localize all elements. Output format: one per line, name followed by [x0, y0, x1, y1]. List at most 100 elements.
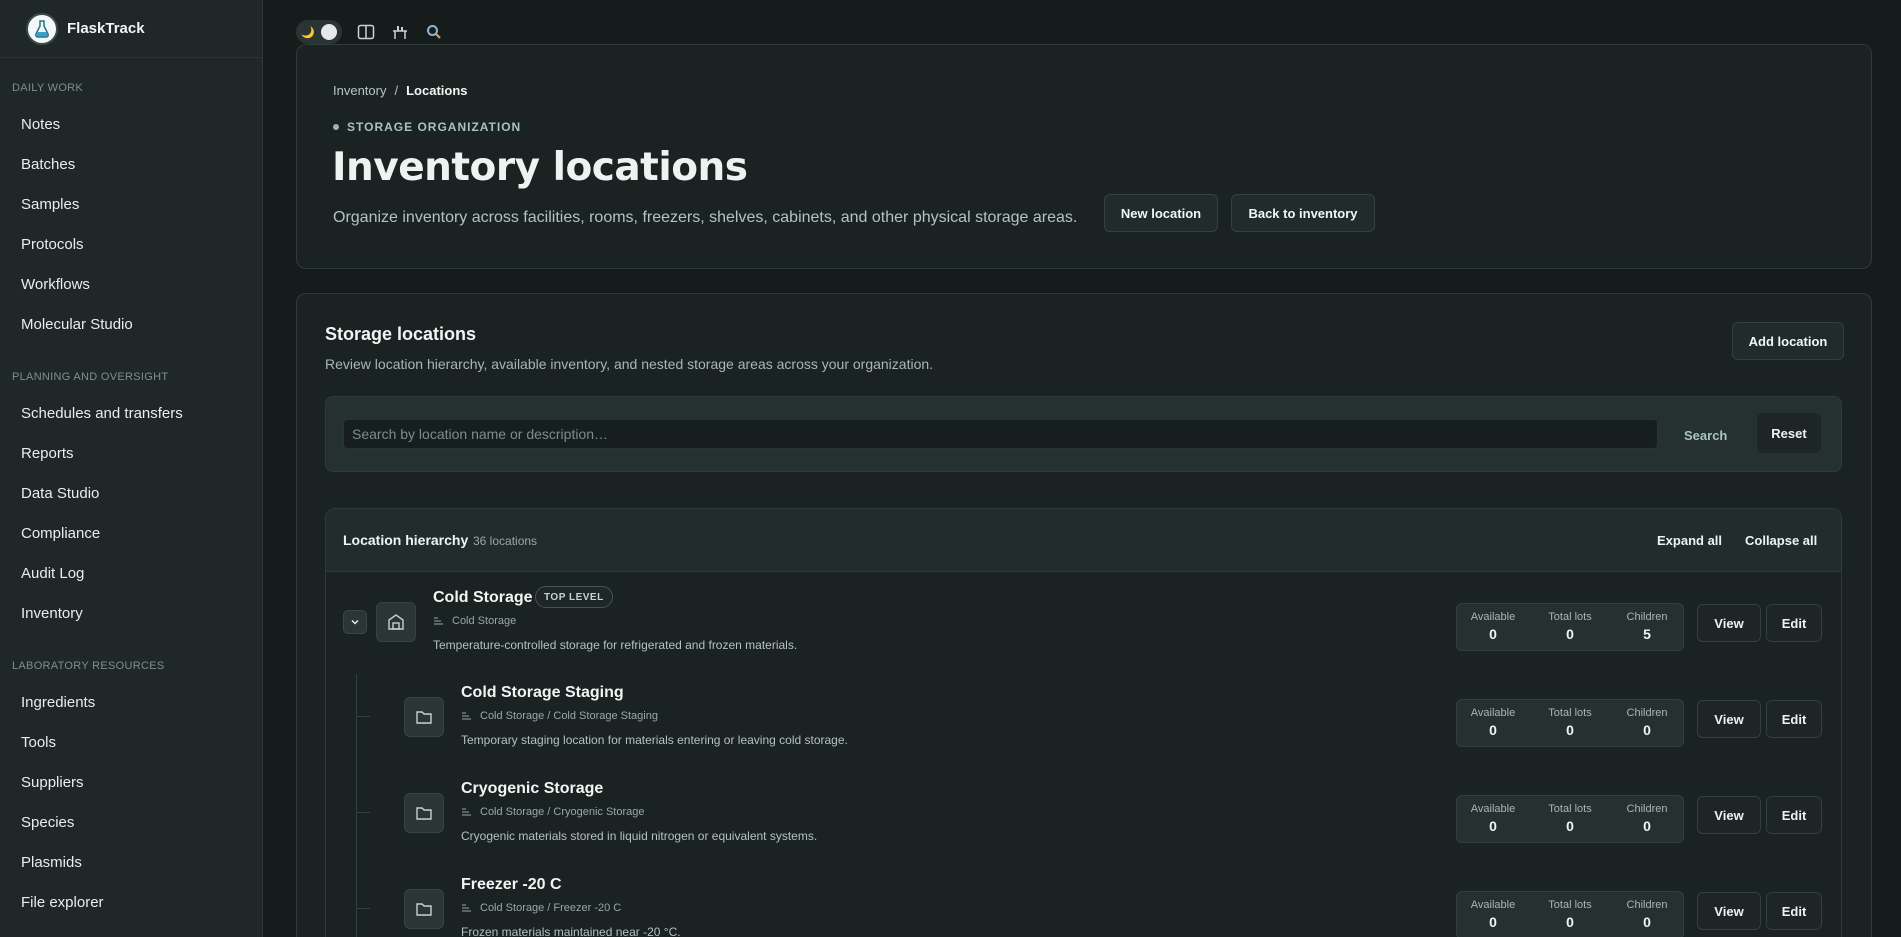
breadcrumb-current: Locations [406, 83, 468, 98]
location-path-text: Cold Storage / Freezer -20 C [480, 902, 622, 914]
nav-item-file-explorer[interactable]: File explorer [21, 894, 104, 911]
nav-item-tools[interactable]: Tools [21, 734, 56, 751]
breadcrumb: Inventory / Locations [333, 83, 468, 98]
view-button[interactable]: View [1697, 700, 1761, 738]
nav-item-compliance[interactable]: Compliance [21, 525, 100, 542]
theme-toggle[interactable]: 🌙 [296, 20, 342, 44]
location-row: Cryogenic Storage Cold Storage / Cryogen… [326, 765, 1841, 861]
location-stats: Available 0 Total lots 0 Children 5 [1456, 603, 1684, 651]
stat-available-label: Available [1470, 707, 1516, 719]
stat-total-lots-value: 0 [1566, 914, 1574, 930]
search-button[interactable]: Search [1684, 422, 1727, 448]
location-row: Cold Storage TOP LEVEL Cold Storage Temp… [326, 573, 1841, 669]
nav-item-audit-log[interactable]: Audit Log [21, 565, 84, 582]
toggle-knob [321, 24, 337, 40]
nav-item-schedules[interactable]: Schedules and transfers [21, 405, 183, 422]
collapse-all-button[interactable]: Collapse all [1745, 533, 1817, 548]
top-toolbar: 🌙 [296, 20, 444, 44]
view-button[interactable]: View [1697, 796, 1761, 834]
location-stats: Available 0 Total lots 0 Children 0 [1456, 795, 1684, 843]
hierarchy-count: 36 locations [473, 534, 538, 548]
location-description: Frozen materials maintained near -20 °C. [461, 925, 681, 937]
nav-item-suppliers[interactable]: Suppliers [21, 774, 84, 791]
location-search-input[interactable] [343, 419, 1658, 449]
stat-children-value: 0 [1643, 914, 1651, 930]
view-button[interactable]: View [1697, 892, 1761, 930]
app-name: FlaskTrack [67, 20, 145, 37]
brand[interactable]: FlaskTrack [0, 0, 262, 58]
stat-children-label: Children [1626, 611, 1668, 623]
nav-item-ingredients[interactable]: Ingredients [21, 694, 95, 711]
moon-icon: 🌙 [301, 26, 315, 39]
breadcrumb-inventory[interactable]: Inventory [333, 83, 386, 98]
stat-children-label: Children [1626, 707, 1668, 719]
lab-bench-icon[interactable] [390, 22, 410, 42]
new-location-button[interactable]: New location [1104, 194, 1218, 232]
location-path: Cold Storage / Cryogenic Storage [461, 806, 644, 818]
page-header-card: Inventory / Locations STORAGE ORGANIZATI… [296, 44, 1872, 269]
page-title: Inventory locations [332, 145, 748, 190]
nav-item-plasmids[interactable]: Plasmids [21, 854, 82, 871]
stat-available-value: 0 [1489, 818, 1497, 834]
nav-item-inventory[interactable]: Inventory [21, 605, 83, 622]
nav-item-workflows[interactable]: Workflows [21, 276, 90, 293]
edit-button[interactable]: Edit [1766, 604, 1822, 642]
stat-children-label: Children [1626, 803, 1668, 815]
stat-total-lots-value: 0 [1566, 722, 1574, 738]
location-hierarchy-panel: Location hierarchy 36 locations Expand a… [325, 508, 1842, 937]
nav-item-reports[interactable]: Reports [21, 445, 74, 462]
location-name[interactable]: Freezer -20 C [461, 876, 562, 894]
nav-section-planning: PLANNING AND OVERSIGHT [12, 371, 169, 383]
nav-section-daily-work: DAILY WORK [12, 82, 84, 94]
warehouse-icon [376, 602, 416, 642]
location-name[interactable]: Cold Storage [433, 589, 533, 607]
search-icon[interactable] [424, 22, 444, 42]
search-panel: Search Reset [325, 396, 1842, 472]
nav-item-data-studio[interactable]: Data Studio [21, 485, 99, 502]
location-name[interactable]: Cryogenic Storage [461, 780, 603, 798]
add-location-button[interactable]: Add location [1732, 322, 1844, 360]
stat-total-lots-value: 0 [1566, 626, 1574, 642]
reset-button[interactable]: Reset [1757, 413, 1821, 453]
nav-item-molecular-studio[interactable]: Molecular Studio [21, 316, 133, 333]
edit-button[interactable]: Edit [1766, 892, 1822, 930]
edit-button[interactable]: Edit [1766, 700, 1822, 738]
location-path: Cold Storage / Cold Storage Staging [461, 710, 658, 722]
location-path: Cold Storage [433, 615, 516, 627]
location-stats: Available 0 Total lots 0 Children 0 [1456, 891, 1684, 937]
stat-total-lots-label: Total lots [1548, 611, 1592, 623]
view-button[interactable]: View [1697, 604, 1761, 642]
split-view-icon[interactable] [356, 22, 376, 42]
eyebrow-label: STORAGE ORGANIZATION [347, 120, 522, 134]
stat-available-label: Available [1470, 611, 1516, 623]
hierarchy-icon [462, 712, 471, 720]
edit-button[interactable]: Edit [1766, 796, 1822, 834]
nav-item-species[interactable]: Species [21, 814, 74, 831]
stat-available-label: Available [1470, 899, 1516, 911]
back-to-inventory-button[interactable]: Back to inventory [1231, 194, 1375, 232]
storage-locations-title: Storage locations [325, 324, 477, 344]
storage-locations-card: Storage locations Review location hierar… [296, 293, 1872, 937]
stat-total-lots-label: Total lots [1548, 707, 1592, 719]
stat-available-value: 0 [1489, 626, 1497, 642]
expand-all-button[interactable]: Expand all [1657, 533, 1722, 548]
hierarchy-header: Location hierarchy 36 locations Expand a… [326, 509, 1841, 572]
breadcrumb-separator: / [394, 83, 399, 98]
location-name[interactable]: Cold Storage Staging [461, 684, 624, 702]
eyebrow-dot-icon [333, 124, 339, 130]
nav-item-protocols[interactable]: Protocols [21, 236, 84, 253]
folder-icon [404, 889, 444, 929]
collapse-toggle[interactable] [343, 610, 367, 634]
folder-icon [404, 697, 444, 737]
storage-locations-description: Review location hierarchy, available inv… [325, 356, 934, 372]
nav-section-lab-resources: LABORATORY RESOURCES [12, 660, 165, 672]
location-row: Cold Storage Staging Cold Storage / Cold… [326, 669, 1841, 765]
nav-item-batches[interactable]: Batches [21, 156, 75, 173]
top-level-badge: TOP LEVEL [535, 586, 613, 608]
location-description: Cryogenic materials stored in liquid nit… [461, 829, 818, 843]
nav-item-notes[interactable]: Notes [21, 116, 60, 133]
location-description: Temporary staging location for materials… [461, 733, 848, 747]
sidebar: FlaskTrack DAILY WORK Notes Batches Samp… [0, 0, 263, 937]
nav-item-samples[interactable]: Samples [21, 196, 79, 213]
location-path-text: Cold Storage / Cold Storage Staging [480, 710, 658, 722]
